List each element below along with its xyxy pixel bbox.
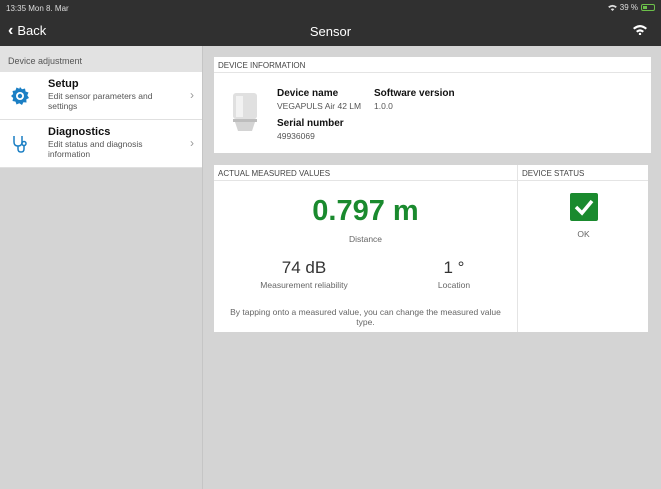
device-info-card: DEVICE INFORMATION Device name VEGAPULS …	[214, 57, 651, 153]
wifi-status-icon	[607, 4, 617, 11]
checkmark-icon	[570, 193, 598, 221]
status-right: 39 %	[607, 3, 655, 12]
device-status-text: OK	[577, 229, 590, 239]
measured-values-card: ACTUAL MEASURED VALUES 0.797 m Distance …	[214, 165, 517, 332]
measured-values-note: By tapping onto a measured value, you ca…	[230, 307, 501, 327]
reliability-caption: Measurement reliability	[260, 280, 348, 290]
reliability-value[interactable]: 74 dB	[234, 258, 374, 278]
main-content: DEVICE INFORMATION Device name VEGAPULS …	[204, 46, 661, 489]
device-status-header: DEVICE STATUS	[518, 165, 648, 181]
battery-percent: 39 %	[619, 3, 638, 12]
sidebar-item-subtitle: Edit sensor parameters and settings	[48, 91, 153, 111]
chevron-right-icon: ›	[190, 136, 194, 150]
location-caption: Location	[437, 280, 471, 290]
sidebar: Device adjustment Setup Edit sensor para…	[0, 46, 203, 489]
page-title: Sensor	[309, 24, 352, 39]
software-version-label: Software version	[374, 88, 455, 99]
status-time: 13:35 Mon 8. Mar	[6, 4, 69, 13]
device-info-header: DEVICE INFORMATION	[214, 57, 651, 73]
device-name-value: VEGAPULS Air 42 LM	[277, 101, 362, 111]
wifi-icon[interactable]	[633, 24, 647, 35]
sidebar-item-diagnostics[interactable]: Diagnostics Edit status and diagnosis in…	[0, 120, 202, 168]
chevron-right-icon: ›	[190, 88, 194, 102]
sidebar-item-setup[interactable]: Setup Edit sensor parameters and setting…	[0, 72, 202, 120]
distance-value[interactable]: 0.797 m	[214, 195, 517, 228]
serial-number-label: Serial number	[277, 118, 344, 129]
battery-icon	[641, 4, 655, 11]
measured-values-header: ACTUAL MEASURED VALUES	[214, 165, 517, 181]
nav-bar: ‹ Back Sensor	[0, 16, 661, 46]
sidebar-item-subtitle: Edit status and diagnosis information	[48, 139, 143, 159]
device-name-label: Device name	[277, 88, 339, 99]
location-value[interactable]: 1 °	[414, 258, 494, 278]
software-version-value: 1.0.0	[374, 101, 393, 111]
distance-caption: Distance	[348, 234, 383, 244]
device-status-card: DEVICE STATUS OK	[517, 165, 648, 332]
gear-icon	[11, 87, 29, 105]
status-bar: 13:35 Mon 8. Mar 39 %	[0, 0, 661, 16]
sensor-image	[233, 93, 257, 131]
sidebar-header: Device adjustment	[0, 46, 202, 72]
stethoscope-icon	[13, 136, 27, 153]
sidebar-item-title: Setup	[48, 78, 79, 90]
sidebar-item-title: Diagnostics	[48, 126, 111, 138]
serial-number-value: 49936069	[277, 131, 315, 141]
